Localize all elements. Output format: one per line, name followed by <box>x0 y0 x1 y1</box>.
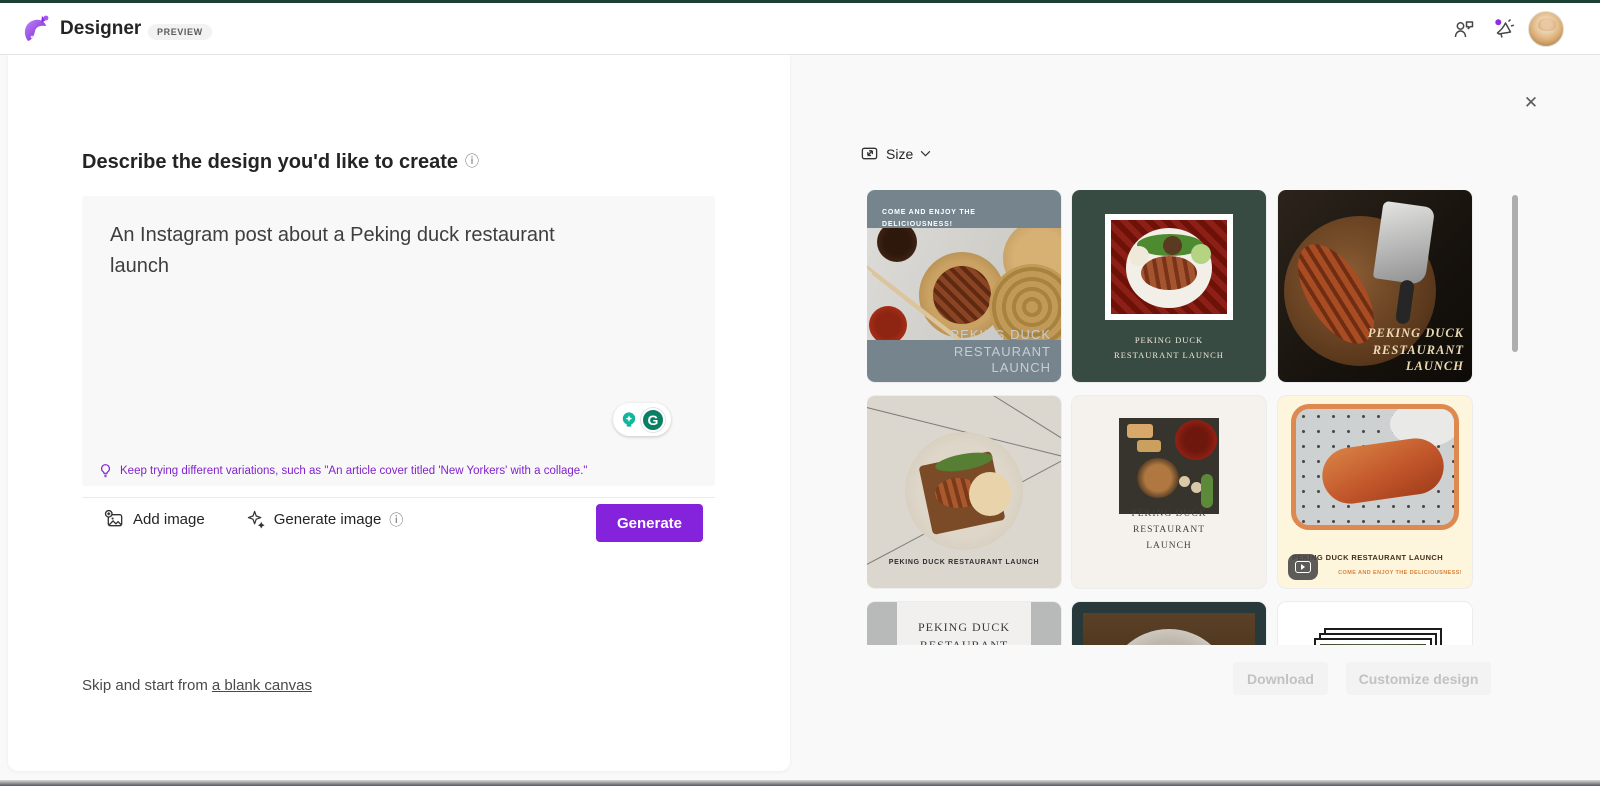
grammarly-widget[interactable]: G <box>613 403 671 436</box>
prompt-input[interactable]: An Instagram post about a Peking duck re… <box>82 196 715 486</box>
thumbnail-title: PEKING DUCK RESTAURANT LAUNCH <box>931 327 1051 376</box>
chevron-down-icon <box>920 150 931 157</box>
blank-canvas-link[interactable]: a blank canvas <box>212 677 312 694</box>
design-thumbnail-8[interactable] <box>1072 602 1266 645</box>
thumbnail-photo <box>905 432 1023 550</box>
heading-info-icon[interactable]: ⓘ <box>465 153 479 169</box>
design-thumbnail-4[interactable]: PEKING DUCK RESTAURANT LAUNCH <box>867 396 1061 588</box>
feedback-icon[interactable] <box>1452 17 1476 41</box>
design-results-grid: COME AND ENJOY THE DELICIOUSNESS! PEKING… <box>867 190 1473 645</box>
thumbnail-photo <box>1105 214 1233 320</box>
prompt-tip-text: Keep trying different variations, such a… <box>120 465 587 477</box>
generate-image-button[interactable]: Generate image ⓘ <box>247 510 404 530</box>
prompt-tip: Keep trying different variations, such a… <box>98 463 587 478</box>
add-image-icon <box>104 509 125 530</box>
whats-new-megaphone-icon[interactable] <box>1492 17 1516 41</box>
thumbnail-subtitle: COME AND ENJOY THE DELICIOUSNESS! <box>1338 570 1462 576</box>
thumbnail-photo <box>1291 404 1459 530</box>
add-image-button[interactable]: Add image <box>104 509 205 530</box>
customize-design-button[interactable]: Customize design <box>1346 662 1491 695</box>
design-thumbnail-1[interactable]: COME AND ENJOY THE DELICIOUSNESS! PEKING… <box>867 190 1061 382</box>
thumbnail-title: PEKING DUCK RESTAURANT LAUNCH <box>899 618 1029 645</box>
thumbnail-title: PEKING DUCK RESTAURANT LAUNCH <box>867 559 1061 566</box>
sparkle-icon <box>247 510 266 529</box>
design-thumbnail-9[interactable] <box>1278 602 1472 645</box>
skip-row: Skip and start froma blank canvas <box>82 677 312 694</box>
window-top-edge <box>0 0 1600 3</box>
page-title: Describe the design you'd like to create… <box>82 151 479 174</box>
prompt-heading-text: Describe the design you'd like to create <box>82 151 458 173</box>
prompt-toolbar: Add image Generate image ⓘ Generate <box>82 497 715 541</box>
design-thumbnail-2[interactable]: PEKING DUCK RESTAURANT LAUNCH <box>1072 190 1266 382</box>
design-thumbnail-7[interactable]: PEKING DUCK RESTAURANT LAUNCH <box>867 602 1061 645</box>
size-dropdown[interactable]: Size <box>860 144 931 163</box>
thumbnail-title: PEKING DUCK RESTAURANT LAUNCH <box>1104 333 1234 362</box>
app-title: Designer <box>60 18 141 40</box>
video-play-icon <box>1288 554 1318 580</box>
user-avatar[interactable] <box>1528 11 1564 47</box>
thumbnail-photo <box>867 228 1061 340</box>
grammarly-g-icon: G <box>641 408 665 432</box>
size-label: Size <box>886 146 913 162</box>
window-bottom-edge <box>0 780 1600 786</box>
lightbulb-icon <box>98 463 113 478</box>
design-thumbnail-3[interactable]: PEKING DUCK RESTAURANT LAUNCH <box>1278 190 1472 382</box>
add-image-label: Add image <box>133 511 205 528</box>
thumbnail-title: PEKING DUCK RESTAURANT LAUNCH <box>1332 325 1464 374</box>
download-button[interactable]: Download <box>1233 662 1328 695</box>
grammarly-suggestion-icon <box>619 410 639 430</box>
skip-prefix-text: Skip and start from <box>82 677 208 694</box>
generate-image-info-icon[interactable]: ⓘ <box>389 510 403 530</box>
design-thumbnail-5[interactable]: PEKING DUCK RESTAURANT LAUNCH <box>1072 396 1266 588</box>
close-icon[interactable]: ✕ <box>1518 90 1544 116</box>
prompt-input-value[interactable]: An Instagram post about a Peking duck re… <box>110 220 610 282</box>
designer-logo-icon[interactable] <box>20 13 52 45</box>
generate-button[interactable]: Generate <box>596 504 703 542</box>
design-thumbnail-6[interactable]: PEKING DUCK RESTAURANT LAUNCH COME AND E… <box>1278 396 1472 588</box>
size-icon <box>860 144 879 163</box>
app-header: Designer PREVIEW <box>0 3 1600 55</box>
preview-badge: PREVIEW <box>148 24 212 40</box>
results-scrollbar[interactable] <box>1512 195 1518 352</box>
thumbnail-photo <box>1119 418 1219 514</box>
thumbnail-photo <box>1083 613 1255 645</box>
generate-image-label: Generate image <box>274 511 382 528</box>
thumbnail-title: PEKING DUCK RESTAURANT LAUNCH <box>1109 506 1229 554</box>
designer-app-window: Designer PREVIEW Describe the design you… <box>0 0 1600 786</box>
